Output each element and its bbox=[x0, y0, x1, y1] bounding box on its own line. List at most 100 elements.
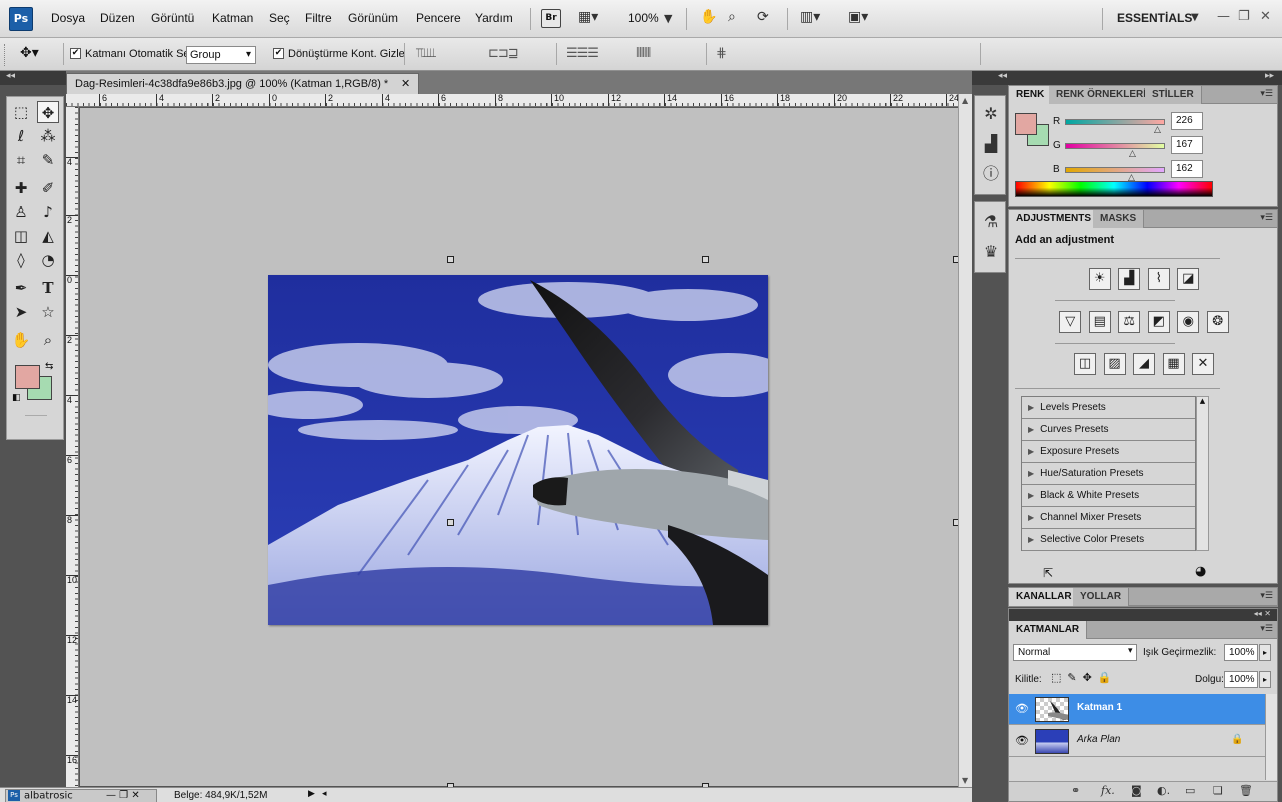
green-track[interactable] bbox=[1065, 143, 1165, 149]
menu-katman[interactable]: Katman bbox=[212, 11, 253, 25]
brushes-icon[interactable]: ⚗ bbox=[981, 212, 1001, 232]
channel-mixer-icon[interactable]: ❂ bbox=[1206, 311, 1229, 333]
red-value-input[interactable]: 226 bbox=[1171, 112, 1203, 130]
hand-tool-icon[interactable]: ✋ bbox=[700, 9, 717, 25]
distribute-top-icon[interactable]: ☰☰☰ bbox=[566, 46, 599, 61]
opacity-input[interactable]: 100% bbox=[1224, 644, 1258, 661]
opacity-arrow-icon[interactable]: ▸ bbox=[1259, 644, 1271, 661]
swap-colors-icon[interactable]: ⇆ bbox=[45, 361, 53, 372]
menu-duzen[interactable]: Düzen bbox=[100, 11, 135, 25]
workspace-dropdown-icon[interactable]: ▼ bbox=[1191, 12, 1199, 23]
tab-kanallar[interactable]: KANALLAR bbox=[1009, 588, 1080, 606]
type-tool-icon[interactable]: T bbox=[37, 277, 59, 299]
layers-panel-header[interactable]: ◂◂ ✕ bbox=[1009, 609, 1277, 621]
navigator-icon[interactable]: ✲ bbox=[981, 104, 1001, 124]
chevron-down-icon[interactable]: ▾ bbox=[1128, 646, 1133, 656]
crop-tool-icon[interactable]: ⌗ bbox=[10, 149, 32, 171]
preset-item-exposure[interactable]: Exposure Presets bbox=[1022, 441, 1195, 463]
photoshop-logo[interactable]: Ps bbox=[9, 7, 33, 31]
eye-icon[interactable]: 👁 bbox=[1015, 734, 1029, 747]
layer-style-icon[interactable]: fx. bbox=[1101, 784, 1115, 797]
levels-icon[interactable]: ▟ bbox=[1118, 268, 1141, 290]
blue-value-input[interactable]: 162 bbox=[1171, 160, 1203, 178]
rotate-view-icon[interactable]: ⟳ bbox=[757, 9, 769, 25]
status-menu-icon[interactable]: ▶ bbox=[308, 789, 315, 799]
tab-renk[interactable]: RENK bbox=[1009, 86, 1053, 104]
fill-arrow-icon[interactable]: ▸ bbox=[1259, 671, 1271, 688]
preset-item-black-white[interactable]: Black & White Presets bbox=[1022, 485, 1195, 507]
hue-saturation-icon[interactable]: ▤ bbox=[1088, 311, 1111, 333]
distribute-left-icon[interactable]: ⦀⦀⦀ bbox=[636, 46, 651, 61]
red-slider[interactable]: R △ 226 bbox=[1053, 112, 1253, 135]
return-to-list-icon[interactable]: ⇱ bbox=[1043, 566, 1053, 580]
blue-track[interactable] bbox=[1065, 167, 1165, 173]
preset-item-hue-saturation[interactable]: Hue/Saturation Presets bbox=[1022, 463, 1195, 485]
photo-filter-icon[interactable]: ◉ bbox=[1177, 311, 1200, 333]
move-tool-icon[interactable]: ✥ bbox=[37, 101, 59, 123]
selective-color-icon[interactable]: ✕ bbox=[1192, 353, 1214, 375]
menu-dosya[interactable]: Dosya bbox=[51, 11, 85, 25]
panel-menu-icon[interactable]: ▾☰ bbox=[1260, 591, 1273, 601]
green-value-input[interactable]: 167 bbox=[1171, 136, 1203, 154]
minimized-document[interactable]: Ps albatrosic — ❐ ✕ bbox=[5, 789, 157, 802]
scroll-down-icon[interactable]: ▼ bbox=[962, 776, 968, 785]
exposure-icon[interactable]: ◪ bbox=[1177, 268, 1200, 290]
info-icon[interactable]: ⓘ bbox=[981, 164, 1001, 184]
layers-scrollbar[interactable] bbox=[1265, 694, 1277, 780]
tools-panel-header[interactable]: ◂◂ bbox=[0, 71, 66, 85]
close-document-icon[interactable]: ✕ bbox=[401, 77, 410, 90]
eye-icon[interactable]: 👁 bbox=[1015, 702, 1029, 715]
vertical-ruler[interactable]: 4 2 0 2 4 6 8 10 12 14 16 bbox=[66, 107, 79, 787]
new-group-icon[interactable]: ▭ bbox=[1185, 784, 1195, 797]
new-layer-icon[interactable]: ❏ bbox=[1213, 784, 1223, 797]
clone-source-icon[interactable]: ♛ bbox=[981, 242, 1001, 262]
slider-thumb-icon[interactable]: △ bbox=[1154, 125, 1161, 135]
preset-item-channel-mixer[interactable]: Channel Mixer Presets bbox=[1022, 507, 1195, 529]
auto-select-checkbox[interactable]: ✔ bbox=[70, 48, 81, 59]
tab-adjustments[interactable]: ADJUSTMENTS bbox=[1009, 210, 1100, 228]
fill-input[interactable]: 100% bbox=[1224, 671, 1258, 688]
preset-item-levels[interactable]: Levels Presets bbox=[1022, 397, 1195, 419]
preset-item-curves[interactable]: Curves Presets bbox=[1022, 419, 1195, 441]
histogram-icon[interactable]: ▟ bbox=[981, 134, 1001, 154]
document-size-status[interactable]: Belge: 484,9K/1,52M bbox=[174, 790, 267, 801]
move-tool-preset-icon[interactable]: ✥▾ bbox=[20, 45, 39, 61]
color-balance-icon[interactable]: ⚖ bbox=[1118, 311, 1141, 333]
transform-handle[interactable] bbox=[702, 256, 709, 263]
blur-tool-icon[interactable]: ◊ bbox=[10, 249, 32, 271]
transform-controls-checkbox[interactable]: ✔ bbox=[273, 48, 284, 59]
invert-icon[interactable]: ◫ bbox=[1074, 353, 1096, 375]
delete-layer-icon[interactable]: 🗑 bbox=[1239, 784, 1253, 797]
collapse-icon[interactable]: ◂◂ ✕ bbox=[1254, 609, 1271, 618]
tab-renk-ornekleri[interactable]: RENK ÖRNEKLERİ bbox=[1049, 86, 1155, 104]
slider-thumb-icon[interactable]: △ bbox=[1129, 149, 1136, 159]
tab-stiller[interactable]: STİLLER bbox=[1145, 86, 1202, 104]
layer-row-arka-plan[interactable]: 👁 Arka Plan 🔒 bbox=[1009, 726, 1277, 757]
shape-tool-icon[interactable]: ☆ bbox=[37, 301, 59, 323]
vibrance-icon[interactable]: ▽ bbox=[1059, 311, 1082, 333]
healing-brush-icon[interactable]: ✚ bbox=[10, 177, 32, 199]
vertical-scrollbar[interactable]: ▲ ▼ bbox=[958, 94, 972, 788]
document-image[interactable] bbox=[268, 275, 768, 625]
arrange-documents-icon[interactable]: ▥▾ bbox=[800, 9, 820, 25]
brightness-contrast-icon[interactable]: ☀ bbox=[1088, 268, 1111, 290]
scroll-up-icon[interactable]: ▲ bbox=[962, 96, 968, 105]
layer-name[interactable]: Katman 1 bbox=[1077, 702, 1122, 713]
adjustment-options-icon[interactable]: ◕ bbox=[1195, 564, 1206, 579]
menu-yardim[interactable]: Yardım bbox=[475, 11, 513, 25]
expand-icon[interactable]: ▸▸ bbox=[1265, 71, 1274, 81]
lock-options-icons[interactable]: ⬚✎✥🔒 bbox=[1051, 671, 1118, 684]
threshold-icon[interactable]: ◢ bbox=[1133, 353, 1155, 375]
panels-header[interactable]: ▸▸ bbox=[1008, 71, 1282, 85]
layer-row-katman-1[interactable]: 👁 Katman 1 bbox=[1009, 694, 1277, 725]
adjustment-layer-icon[interactable]: ◐. bbox=[1157, 784, 1170, 797]
auto-select-dropdown[interactable]: Group bbox=[186, 46, 256, 64]
foreground-color-swatch[interactable] bbox=[15, 365, 40, 389]
workspace-switcher[interactable]: ESSENTİALS bbox=[1117, 11, 1192, 25]
paint-bucket-icon[interactable]: ◭ bbox=[37, 225, 59, 247]
path-selection-icon[interactable]: ➤ bbox=[10, 301, 32, 323]
bridge-icon[interactable]: Br bbox=[541, 9, 561, 28]
menu-filtre[interactable]: Filtre bbox=[305, 11, 332, 25]
eraser-tool-icon[interactable]: ◫ bbox=[10, 225, 32, 247]
brush-tool-icon[interactable]: ✐ bbox=[37, 177, 59, 199]
